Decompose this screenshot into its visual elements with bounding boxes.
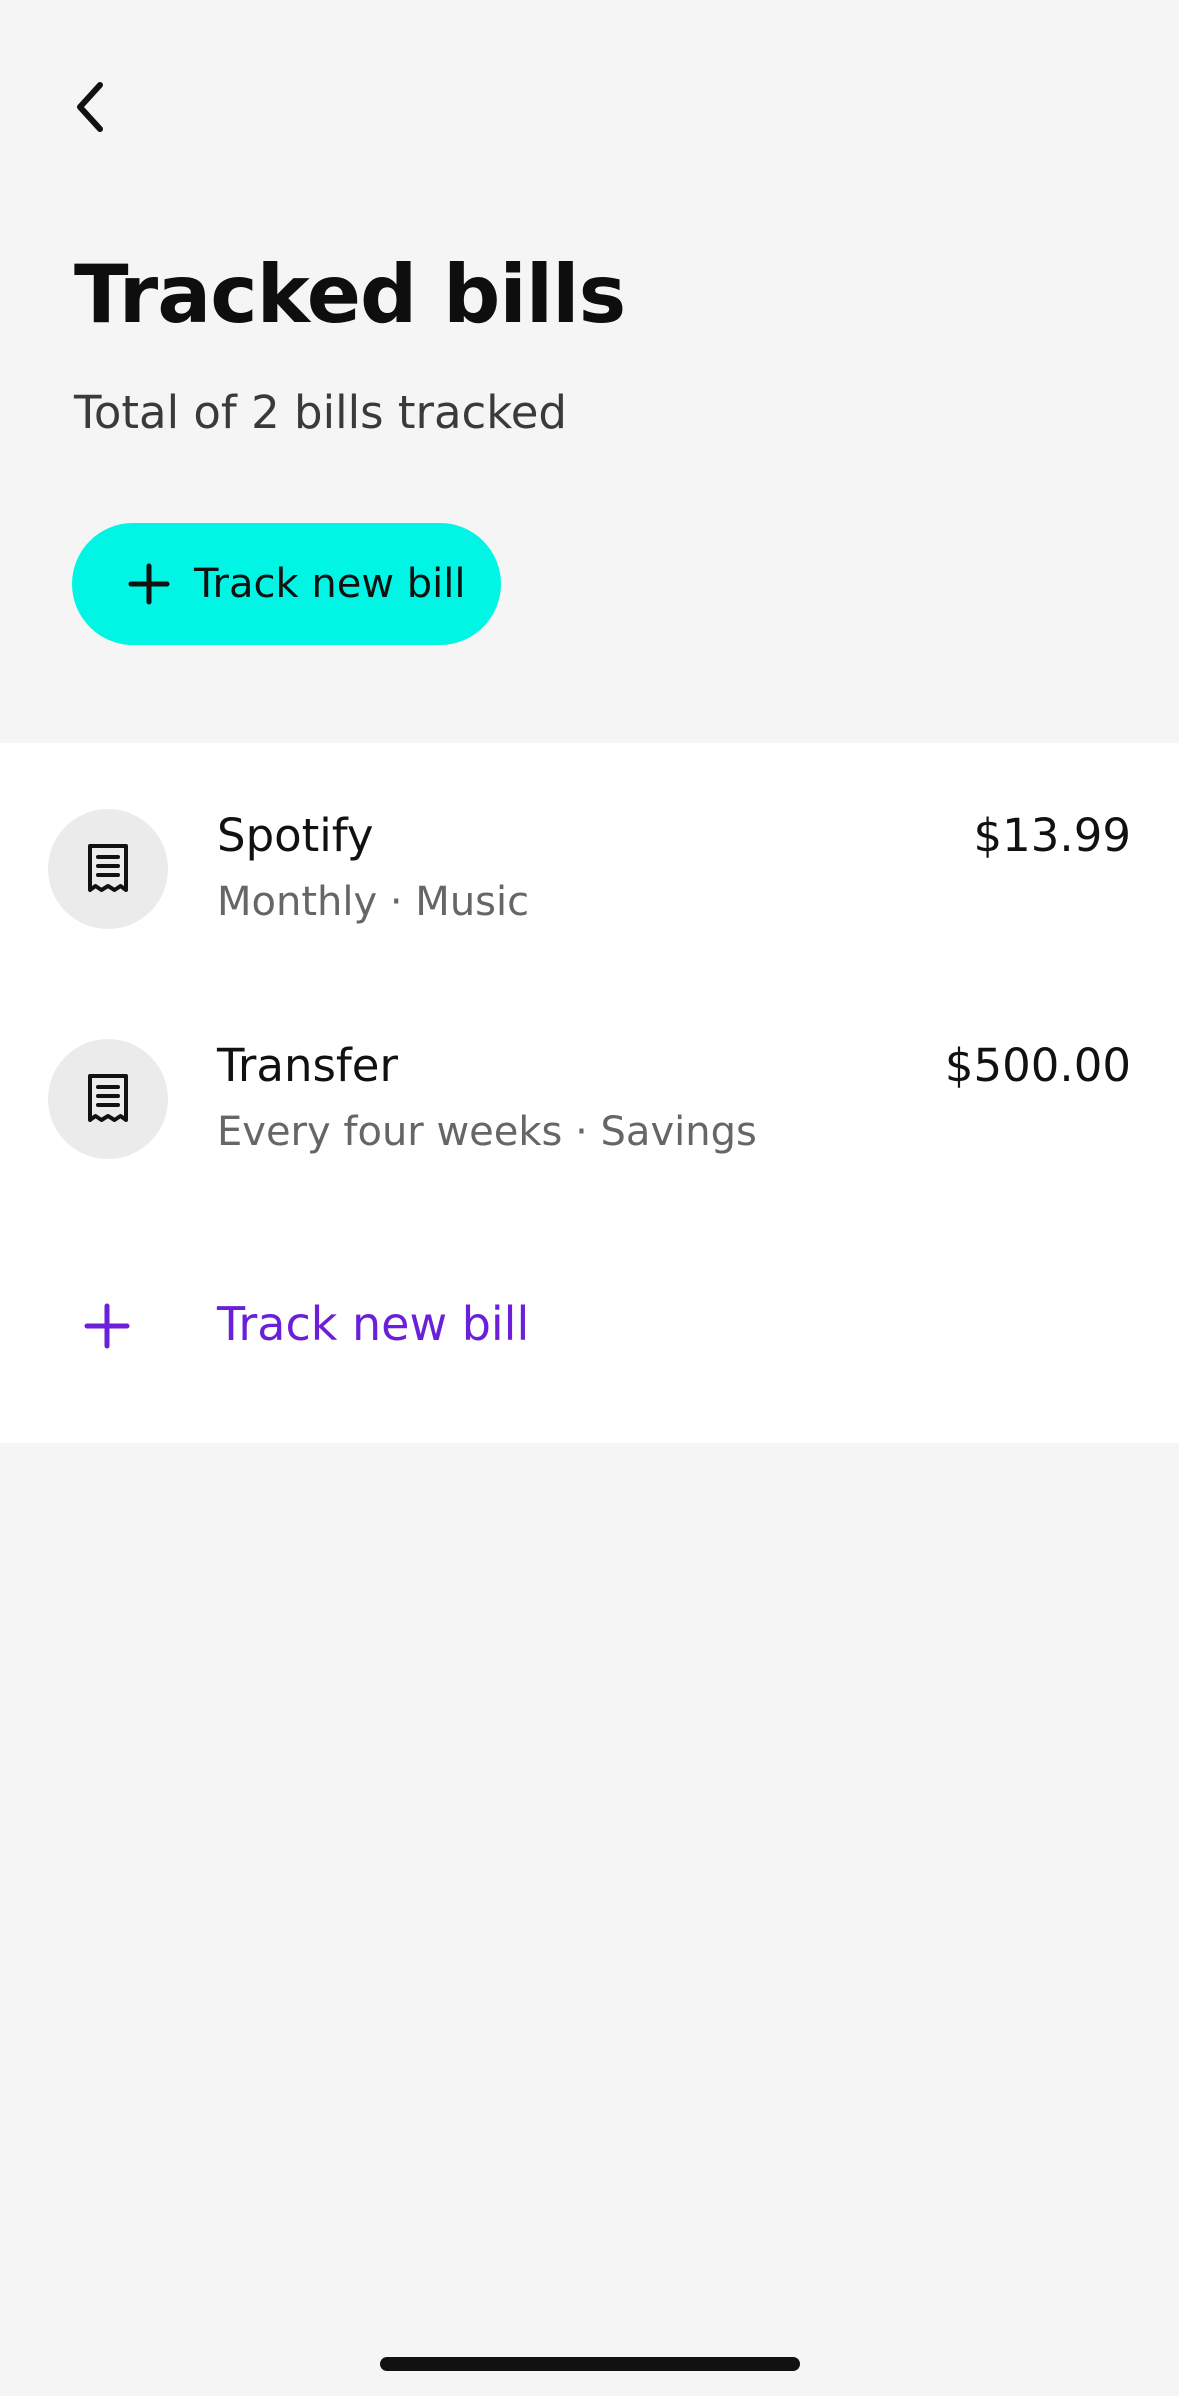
tracked-bills-screen: Tracked bills Total of 2 bills tracked T…	[0, 0, 1179, 2396]
chevron-left-icon	[77, 82, 103, 132]
bills-list: Spotify Monthly · Music $13.99 Transfer …	[0, 743, 1179, 1443]
receipt-icon	[48, 1039, 168, 1159]
bill-amount: $13.99	[973, 809, 1131, 862]
bill-detail: Every four weeks · Savings	[217, 1109, 757, 1155]
bill-amount: $500.00	[944, 1039, 1131, 1092]
track-new-bill-button[interactable]: Track new bill	[72, 523, 501, 645]
plus-icon	[128, 563, 170, 605]
home-indicator	[380, 2357, 800, 2371]
bill-row-transfer[interactable]: Transfer Every four weeks · Savings $500…	[0, 973, 1179, 1173]
bill-row-spotify[interactable]: Spotify Monthly · Music $13.99	[0, 743, 1179, 943]
track-new-bill-button-label: Track new bill	[194, 561, 466, 607]
bill-detail: Monthly · Music	[217, 879, 530, 925]
track-new-bill-link[interactable]: Track new bill	[0, 1265, 1179, 1385]
page-title: Tracked bills	[74, 248, 626, 341]
plus-icon	[84, 1303, 130, 1349]
track-new-bill-link-label: Track new bill	[217, 1297, 530, 1351]
bills-count-subtitle: Total of 2 bills tracked	[74, 386, 568, 439]
receipt-icon	[48, 809, 168, 929]
bill-name: Spotify	[217, 809, 374, 862]
back-button[interactable]	[60, 70, 120, 144]
bill-name: Transfer	[217, 1039, 398, 1092]
